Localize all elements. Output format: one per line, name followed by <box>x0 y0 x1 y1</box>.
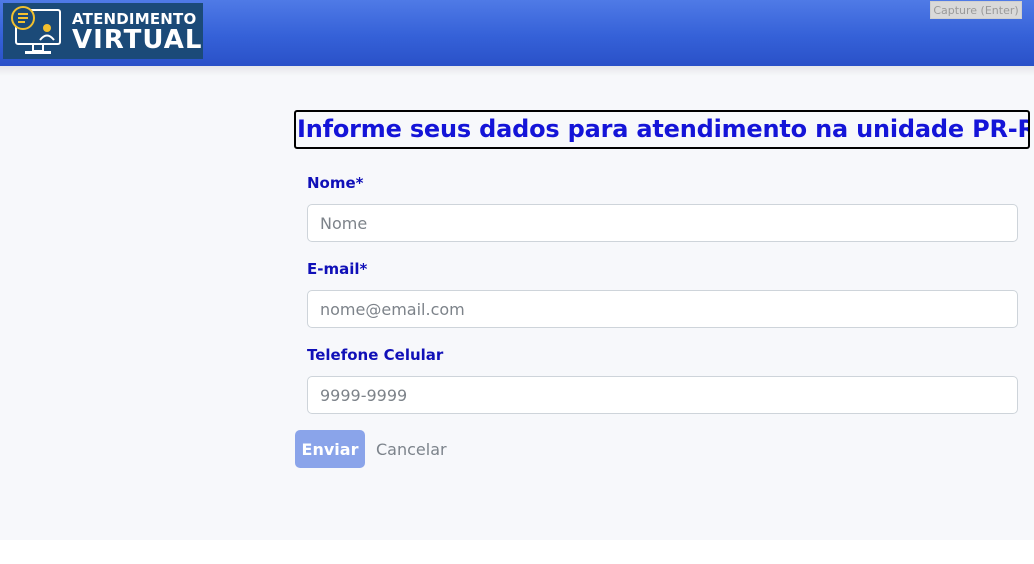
logo-title-line2: VIRTUAL <box>72 25 203 55</box>
phone-label: Telefone Celular <box>307 346 444 364</box>
email-input[interactable] <box>307 290 1018 328</box>
logo: ATENDIMENTO VIRTUAL <box>3 3 203 59</box>
submit-button[interactable]: Enviar <box>295 430 365 468</box>
name-label: Nome* <box>307 174 364 192</box>
form-title: Informe seus dados para atendimento na u… <box>294 110 1030 149</box>
capture-button[interactable]: Capture (Enter) <box>930 1 1022 19</box>
top-bar: ATENDIMENTO VIRTUAL Capture (Enter) <box>0 0 1034 66</box>
header-shadow <box>0 66 1034 76</box>
name-input[interactable] <box>307 204 1018 242</box>
monitor-chat-icon <box>11 6 61 54</box>
email-label: E-mail* <box>307 260 368 278</box>
cancel-button[interactable]: Cancelar <box>370 430 450 468</box>
phone-input[interactable] <box>307 376 1018 414</box>
